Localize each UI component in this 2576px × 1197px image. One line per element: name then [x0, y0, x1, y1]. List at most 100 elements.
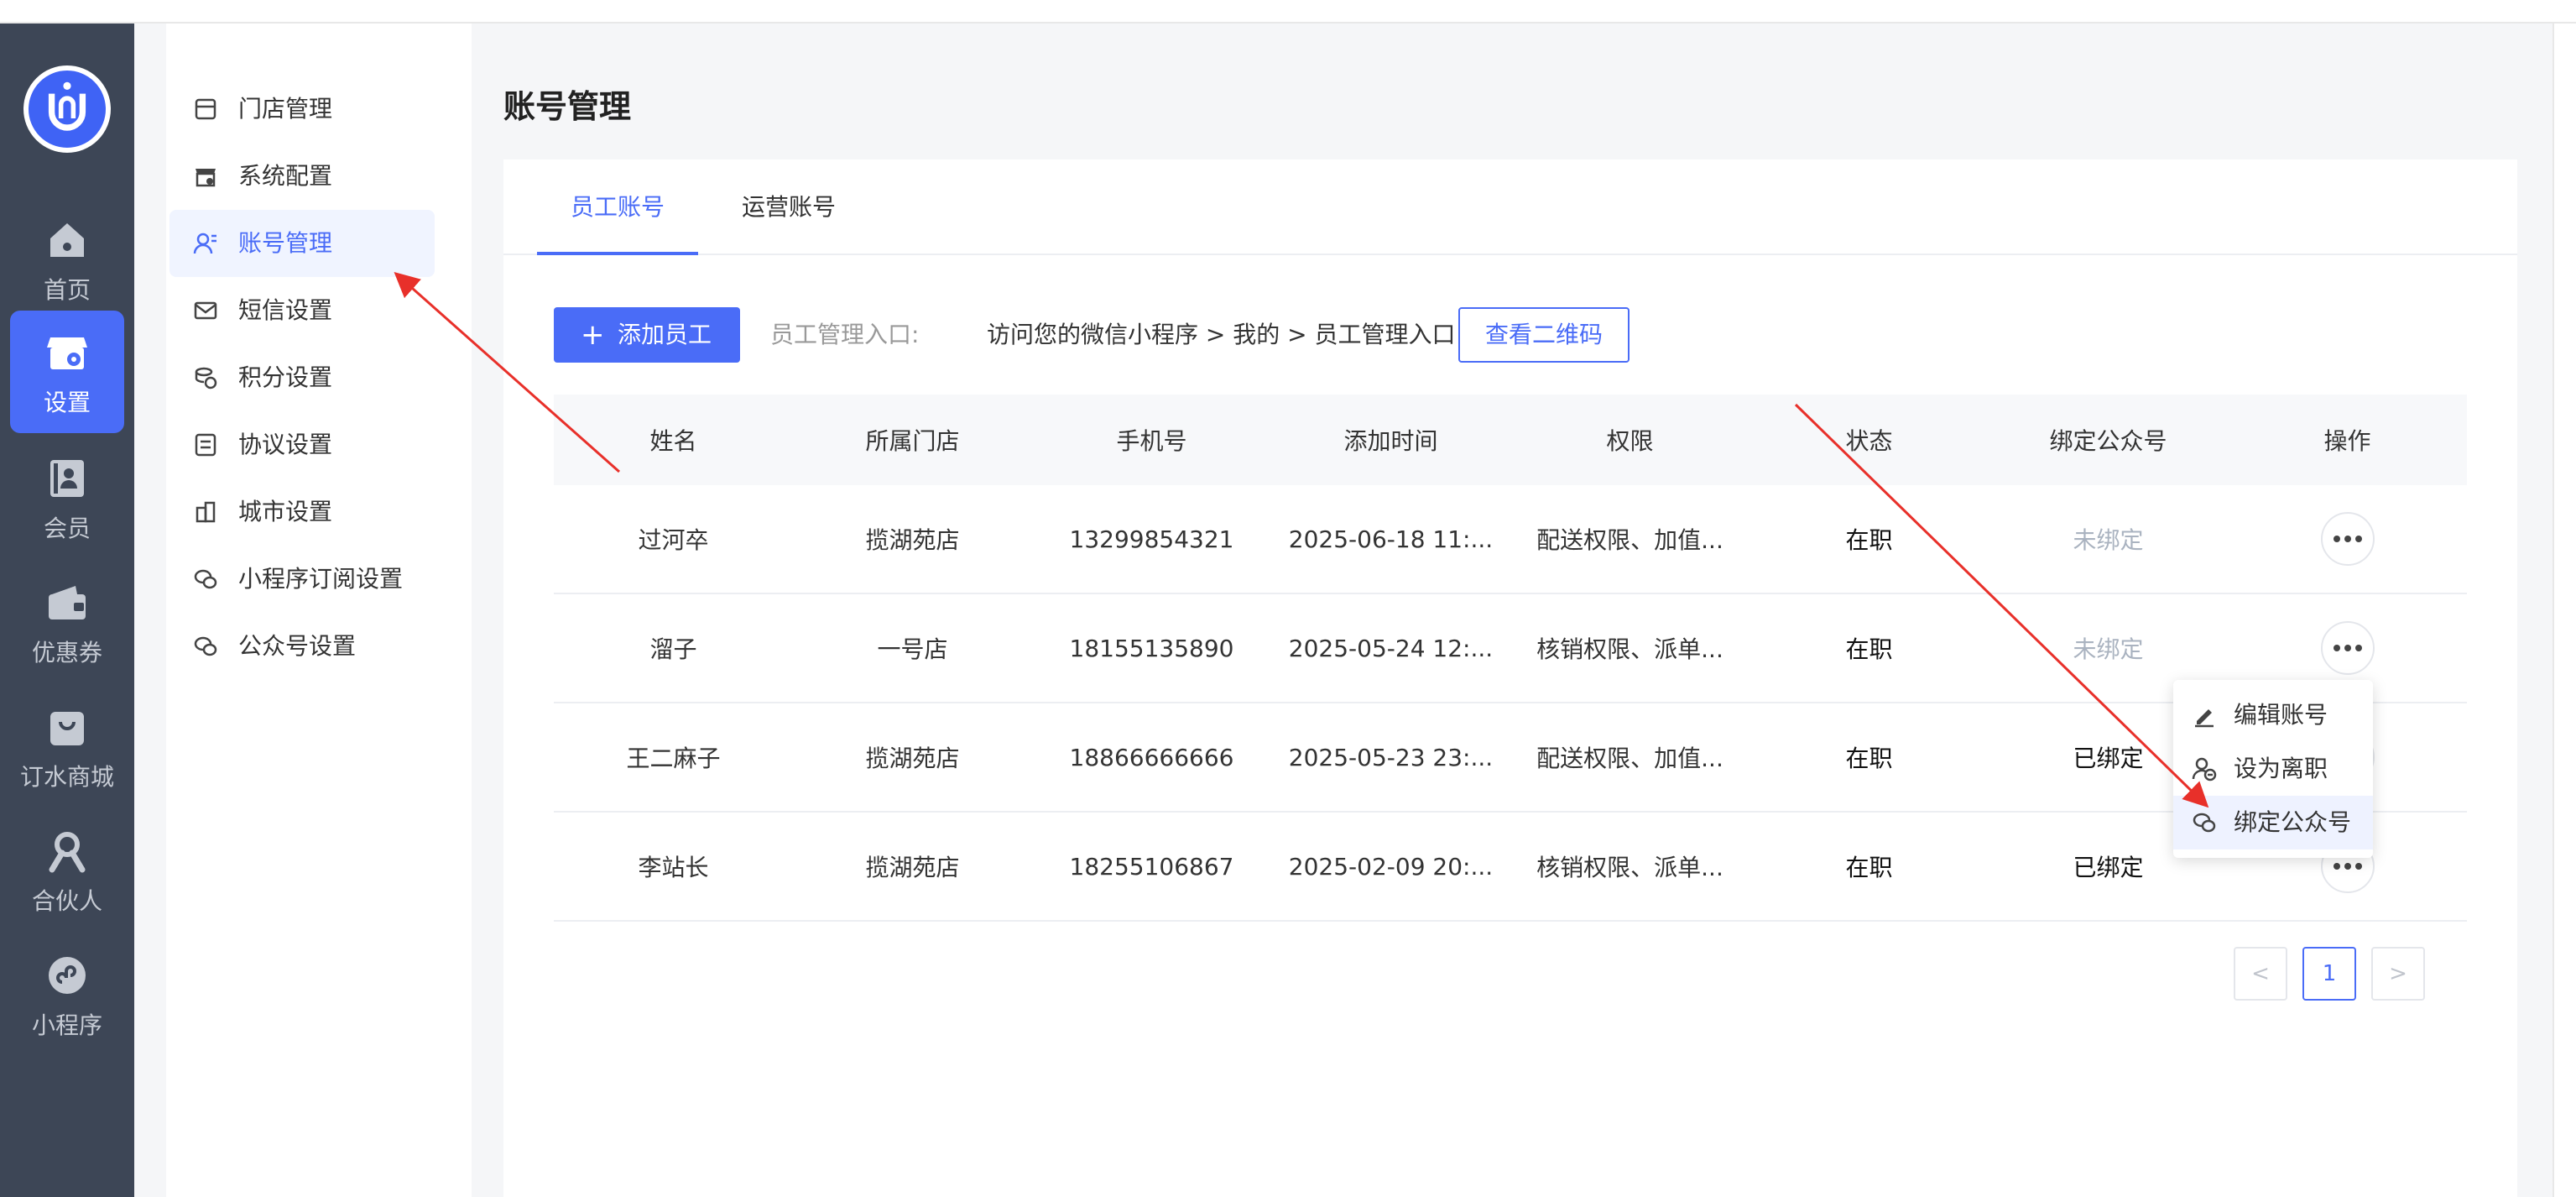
- submenu-item-label: 短信设置: [238, 296, 333, 324]
- table-header: 姓名 所属门店 手机号 添加时间 权限 状态 绑定公众号 操作: [554, 395, 2467, 485]
- add-staff-label: 添加员工: [618, 321, 712, 348]
- subscribe-icon: [194, 569, 217, 589]
- cell-actions: [2228, 485, 2467, 593]
- app-logo: [23, 65, 111, 153]
- partner-icon: [49, 832, 86, 873]
- cell-bind-status: 未绑定: [2073, 526, 2144, 554]
- wallet-icon: [49, 586, 86, 619]
- app-rail: 首页 设置 会员 优惠券 订水商城 合伙人 小程序: [0, 24, 134, 1197]
- row-actions-dropdown: 编辑账号 设为离职 绑定公众号: [2173, 680, 2373, 858]
- toolbar: + 添加员工 员工管理入口: 访问您的微信小程序 > 我的 > 员工管理入口 查…: [554, 307, 2484, 363]
- submenu-item-agreement[interactable]: 协议设置: [169, 411, 435, 478]
- account-icon: [193, 233, 216, 254]
- store-settings-icon: [47, 337, 87, 369]
- cell-name: 过河卒: [638, 526, 709, 554]
- submenu-item-store[interactable]: 门店管理: [169, 76, 435, 143]
- cell-name: 李站长: [638, 854, 709, 881]
- next-page-button[interactable]: >: [2371, 947, 2425, 1001]
- member-icon: [50, 460, 84, 497]
- submenu-item-city[interactable]: 城市设置: [169, 478, 435, 546]
- cell-permission: 核销权限、派单...: [1536, 854, 1723, 881]
- settings-submenu: 门店管理 系统配置 账号管理 短信设置 积分设置 协议设置 城市设置 小程序订阅…: [166, 24, 472, 1197]
- cell-store: 揽湖苑店: [865, 745, 960, 772]
- cell-store: 揽湖苑店: [865, 854, 960, 881]
- submenu-item-subscribe[interactable]: 小程序订阅设置: [169, 546, 435, 613]
- cell-phone: 18866666666: [1069, 743, 1234, 771]
- bag-icon: [50, 712, 84, 745]
- cell-name: 溜子: [649, 635, 697, 663]
- bind-official-account-menu-item[interactable]: 绑定公众号: [2173, 796, 2373, 849]
- set-resigned-menu-item[interactable]: 设为离职: [2173, 742, 2373, 796]
- rail-item-settings[interactable]: 设置: [10, 311, 124, 433]
- view-qrcode-button[interactable]: 查看二维码: [1458, 307, 1630, 363]
- rail-item-label: 优惠券: [31, 639, 102, 666]
- rail-item-coupon[interactable]: 优惠券: [10, 561, 124, 683]
- cell-phone: 13299854321: [1069, 525, 1234, 553]
- cell-store: 揽湖苑店: [865, 526, 960, 554]
- rail-item-label: 会员: [43, 515, 91, 542]
- rail-item-home[interactable]: 首页: [10, 198, 124, 321]
- prev-page-button[interactable]: <: [2234, 947, 2287, 1001]
- submenu-item-official-account[interactable]: 公众号设置: [169, 613, 435, 680]
- wechat-icon: [2193, 813, 2216, 833]
- tab-bar: 员工账号 运营账号: [503, 159, 2517, 255]
- add-staff-button[interactable]: + 添加员工: [554, 307, 740, 363]
- cell-status: 在职: [1845, 526, 1893, 554]
- rail-item-label: 订水商城: [19, 763, 114, 791]
- edit-icon: [2195, 709, 2214, 728]
- plus-icon: +: [581, 318, 605, 352]
- cell-time: 2025-05-24 12:...: [1288, 634, 1494, 662]
- edit-account-menu-item[interactable]: 编辑账号: [2173, 688, 2373, 742]
- column-header: 权限: [1606, 427, 1654, 455]
- more-actions-button[interactable]: [2320, 512, 2375, 566]
- tab-operation-accounts[interactable]: 运营账号: [722, 159, 856, 255]
- cell-phone: 18255106867: [1069, 852, 1234, 881]
- rail-item-mini-program[interactable]: 小程序: [10, 933, 124, 1056]
- cell-time: 2025-06-18 11:...: [1288, 525, 1494, 553]
- main-card: 员工账号 运营账号 + 添加员工 员工管理入口: 访问您的微信小程序 > 我的 …: [503, 159, 2517, 1197]
- cell-name: 王二麻子: [626, 745, 721, 772]
- vertical-scrollbar[interactable]: [2553, 24, 2576, 1197]
- page-title: 账号管理: [503, 88, 632, 125]
- rail-item-member[interactable]: 会员: [10, 436, 124, 559]
- column-header: 操作: [2323, 427, 2371, 455]
- column-header: 添加时间: [1343, 427, 1438, 455]
- cell-store: 一号店: [877, 635, 948, 663]
- cell-permission: 配送权限、加值...: [1536, 526, 1723, 554]
- submenu-item-label: 系统配置: [238, 162, 333, 190]
- mini-program-icon: [49, 957, 86, 994]
- cell-time: 2025-05-23 23:...: [1288, 743, 1494, 771]
- rail-item-partner[interactable]: 合伙人: [10, 809, 124, 932]
- home-icon: [50, 223, 84, 257]
- cell-permission: 配送权限、加值...: [1536, 745, 1723, 772]
- submenu-item-label: 账号管理: [238, 229, 333, 257]
- coins-icon: [195, 367, 217, 389]
- cell-time: 2025-02-09 20:...: [1288, 852, 1494, 881]
- submenu-item-system-config[interactable]: 系统配置: [169, 143, 435, 210]
- top-strip: [0, 0, 2576, 24]
- submenu-item-points[interactable]: 积分设置: [169, 344, 435, 411]
- menu-item-label: 设为离职: [2234, 755, 2328, 782]
- submenu-item-sms[interactable]: 短信设置: [169, 277, 435, 344]
- submenu-item-account[interactable]: 账号管理: [169, 210, 435, 277]
- submenu-item-label: 门店管理: [238, 95, 333, 123]
- column-header: 状态: [1845, 427, 1893, 455]
- rail-item-label: 合伙人: [31, 887, 102, 915]
- city-icon: [196, 501, 216, 523]
- rail-item-water-mall[interactable]: 订水商城: [10, 685, 124, 808]
- mail-icon: [194, 301, 217, 320]
- table-row: 过河卒 揽湖苑店 13299854321 2025-06-18 11:... 配…: [554, 485, 2467, 594]
- tab-staff-accounts[interactable]: 员工账号: [537, 159, 698, 255]
- user-leave-icon: [2192, 757, 2217, 781]
- page-number-button[interactable]: 1: [2302, 947, 2356, 1001]
- entry-hint-label: 员工管理入口:: [770, 321, 920, 348]
- more-actions-button[interactable]: [2320, 621, 2375, 675]
- cell-status: 在职: [1845, 745, 1893, 772]
- cell-status: 在职: [1845, 635, 1893, 663]
- cell-permission: 核销权限、派单...: [1536, 635, 1723, 663]
- cell-status: 在职: [1845, 854, 1893, 881]
- rail-item-label: 小程序: [31, 1011, 102, 1039]
- submenu-item-label: 城市设置: [238, 498, 333, 525]
- menu-item-label: 绑定公众号: [2234, 808, 2352, 836]
- wechat-icon: [194, 636, 217, 656]
